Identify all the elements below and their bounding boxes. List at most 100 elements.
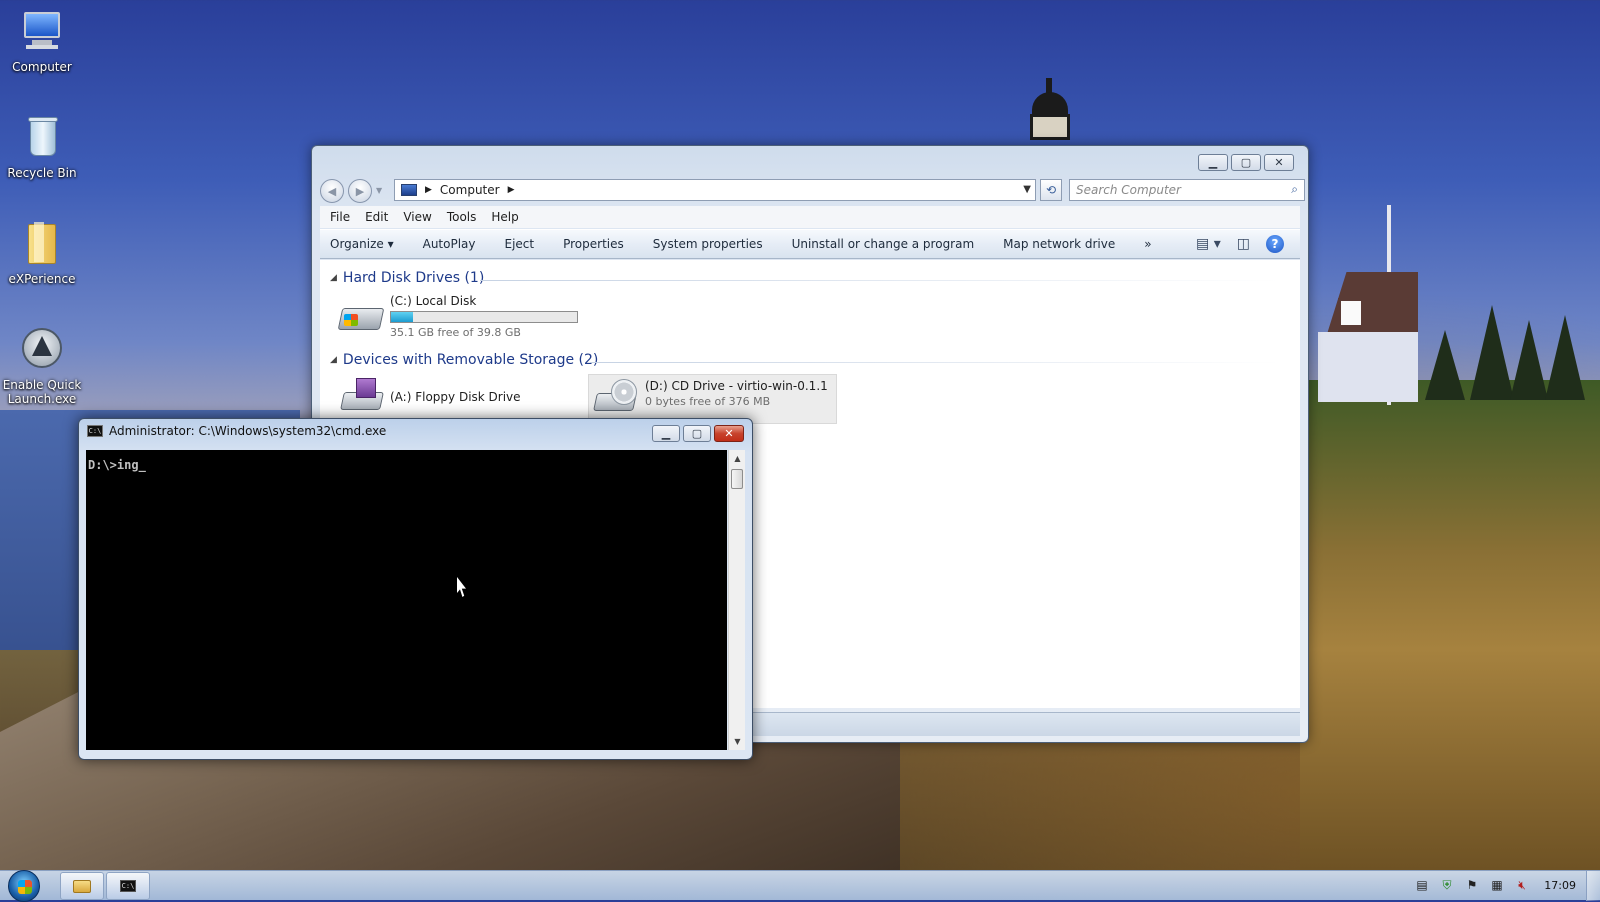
windows-logo-icon (18, 880, 32, 894)
cmd-close-button[interactable]: ✕ (714, 425, 744, 442)
system-tray: ▤ ⛨ ⚑ ▦ 🔇︎ (1414, 877, 1530, 893)
quick-launch-icon (18, 326, 66, 374)
drive-c-name: (C:) Local Disk (390, 294, 477, 308)
desktop-icon-quick-launch[interactable]: Enable Quick Launch.exe (0, 326, 84, 406)
show-desktop-button[interactable] (1586, 871, 1600, 901)
floppy-drive-icon (338, 378, 384, 410)
breadcrumb-computer[interactable]: Computer (440, 183, 500, 197)
map-network-drive-button[interactable]: Map network drive (1003, 237, 1115, 251)
wallpaper-tree (1470, 305, 1514, 400)
explorer-caption-buttons: ▁ ▢ ✕ (1198, 154, 1294, 171)
system-properties-button[interactable]: System properties (653, 237, 763, 251)
collapse-triangle-icon[interactable]: ◢ (330, 355, 337, 365)
wallpaper-lighthouse (1016, 78, 1086, 148)
menu-tools[interactable]: Tools (447, 210, 477, 224)
menu-bar: File Edit View Tools Help (320, 206, 1300, 228)
command-bar: Organize ▾ AutoPlay Eject Properties Sys… (320, 229, 1300, 259)
drive-a-name: (A:) Floppy Disk Drive (390, 390, 521, 404)
properties-button[interactable]: Properties (563, 237, 624, 251)
group-divider (480, 280, 1280, 281)
menu-edit[interactable]: Edit (365, 210, 388, 224)
change-view-icon[interactable]: ▤ ▾ (1196, 236, 1221, 252)
computer-small-icon (401, 184, 417, 196)
cmd-prompt-line: D:\>ing_ (88, 458, 146, 472)
eject-button[interactable]: Eject (505, 237, 535, 251)
drive-c-free-space: 35.1 GB free of 39.8 GB (390, 326, 521, 339)
recycle-bin-icon (18, 114, 66, 162)
menu-file[interactable]: File (330, 210, 350, 224)
breadcrumb-chevron-icon[interactable]: ▶ (508, 185, 515, 195)
scroll-up-icon[interactable]: ▲ (729, 450, 746, 467)
drive-d-free-space: 0 bytes free of 376 MB (645, 395, 771, 408)
cmd-title: Administrator: C:\Windows\system32\cmd.e… (109, 424, 387, 438)
start-button[interactable] (8, 870, 40, 902)
refresh-button[interactable]: ⟲ (1040, 179, 1062, 201)
close-icon: ✕ (724, 427, 734, 440)
search-placeholder: Search Computer (1076, 183, 1181, 197)
drive-a[interactable]: (A:) Floppy Disk Drive (338, 376, 578, 412)
clock[interactable]: 17:09 (1544, 879, 1576, 892)
volume-muted-icon[interactable]: 🔇︎ (1514, 877, 1530, 893)
minimize-button[interactable]: ▁ (1198, 154, 1228, 171)
maximize-icon: ▢ (691, 427, 703, 440)
collapse-triangle-icon[interactable]: ◢ (330, 273, 337, 283)
drive-c[interactable]: (C:) Local Disk 35.1 GB free of 39.8 GB (337, 294, 598, 340)
group-header-removable[interactable]: ◢ Devices with Removable Storage (2) (330, 352, 598, 368)
preview-pane-icon[interactable]: ◫ (1237, 236, 1250, 252)
close-icon: ✕ (1274, 156, 1284, 169)
desktop-icon-experience[interactable]: eXPerience (0, 220, 84, 286)
document-icon[interactable]: ▤ (1414, 877, 1430, 893)
forward-arrow-icon: ▶ (355, 184, 365, 198)
cmd-maximize-button[interactable]: ▢ (683, 425, 711, 442)
cmd-console[interactable]: D:\>ing_ (86, 450, 727, 750)
group-divider (590, 362, 1280, 363)
group-header-hard-disks[interactable]: ◢ Hard Disk Drives (1) (330, 270, 484, 286)
address-bar[interactable]: ▶ Computer ▶ ▼ (394, 179, 1036, 201)
wallpaper-tree (1510, 320, 1548, 400)
view-controls: ▤ ▾ ◫ ? (1196, 235, 1284, 253)
drive-d[interactable]: (D:) CD Drive - virtio-win-0.1.1 0 bytes… (588, 374, 837, 424)
cmd-title-bar: C:\ Administrator: C:\Windows\system32\c… (87, 424, 386, 438)
drive-c-usage-fill (391, 312, 414, 322)
taskbar-cmd-button[interactable]: C:\ (106, 872, 150, 900)
address-dropdown-icon[interactable]: ▼ (1023, 184, 1031, 195)
wallpaper-house (1308, 272, 1428, 402)
back-button[interactable]: ◀ (320, 179, 344, 203)
scroll-thumb[interactable] (731, 469, 743, 489)
help-icon[interactable]: ? (1266, 235, 1284, 253)
taskbar-explorer-button[interactable] (60, 872, 104, 900)
search-input[interactable]: Search Computer ⌕ (1069, 179, 1305, 201)
menu-help[interactable]: Help (491, 210, 518, 224)
forward-button[interactable]: ▶ (348, 179, 372, 203)
cmd-minimize-button[interactable]: ▁ (652, 425, 680, 442)
wallpaper-grass (1300, 380, 1600, 870)
taskbar: C:\ ▤ ⛨ ⚑ ▦ 🔇︎ 17:09 (0, 870, 1600, 902)
shield-icon[interactable]: ⛨ (1439, 877, 1455, 893)
scroll-down-icon[interactable]: ▼ (729, 733, 746, 750)
flag-icon[interactable]: ⚑ (1464, 877, 1480, 893)
wallpaper-tree (1425, 330, 1465, 400)
desktop-icon-recycle-bin[interactable]: Recycle Bin (0, 114, 84, 180)
cmd-caption-buttons: ▁ ▢ ✕ (652, 425, 744, 442)
desktop-icon-computer[interactable]: Computer (0, 8, 84, 74)
close-button[interactable]: ✕ (1264, 154, 1294, 171)
address-row: ◀ ▶ ▼ ▶ Computer ▶ ▼ ⟲ Search Computer ⌕ (320, 177, 1305, 203)
search-icon[interactable]: ⌕ (1291, 182, 1298, 197)
breadcrumb-chevron-icon[interactable]: ▶ (425, 185, 432, 195)
cmd-scrollbar[interactable]: ▲ ▼ (728, 450, 745, 750)
uninstall-program-button[interactable]: Uninstall or change a program (792, 237, 975, 251)
menu-view[interactable]: View (403, 210, 431, 224)
network-icon[interactable]: ▦ (1489, 877, 1505, 893)
drive-d-name: (D:) CD Drive - virtio-win-0.1.1 (645, 379, 828, 393)
drive-c-usage-bar (390, 311, 578, 323)
more-commands-button[interactable]: » (1144, 237, 1151, 251)
computer-icon (18, 8, 66, 56)
autoplay-button[interactable]: AutoPlay (423, 237, 476, 251)
organize-button[interactable]: Organize ▾ (330, 237, 394, 251)
back-arrow-icon: ◀ (327, 184, 337, 198)
cmd-window[interactable]: C:\ Administrator: C:\Windows\system32\c… (78, 418, 753, 760)
recent-pages-icon[interactable]: ▼ (376, 186, 382, 195)
folder-icon (18, 220, 66, 268)
wallpaper-tree (1545, 315, 1585, 400)
maximize-button[interactable]: ▢ (1231, 154, 1261, 171)
